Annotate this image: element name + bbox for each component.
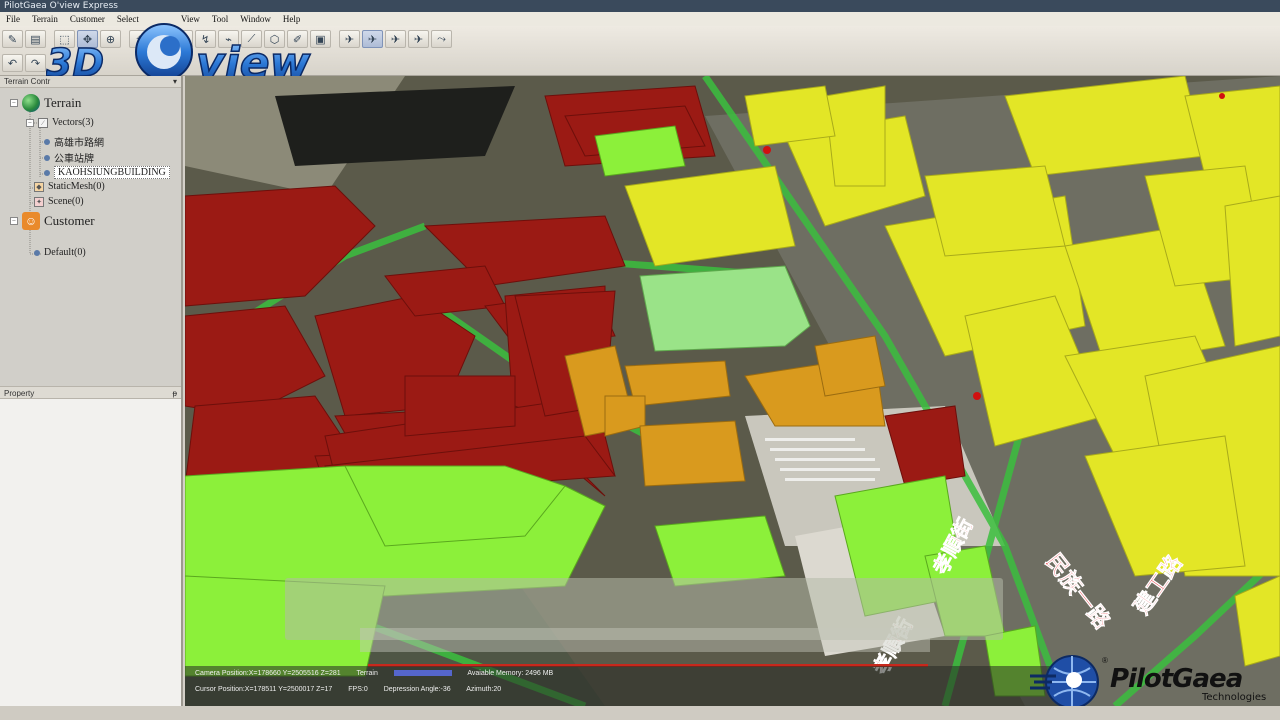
collapse-icon[interactable]: − xyxy=(26,118,34,127)
property-title: Property xyxy=(4,389,35,398)
tree-terrain[interactable]: − Terrain xyxy=(10,94,81,112)
fps: FPS:0 xyxy=(348,686,368,693)
customer-icon: ☺ xyxy=(22,212,40,230)
tree-vectors[interactable]: − ∕ Vectors(3) xyxy=(26,117,94,128)
pilotgaea-name: PilotGaea xyxy=(1110,664,1243,694)
terrain-progress xyxy=(393,670,452,677)
tree-kaohsiung-building[interactable]: KAOHSIUNGBUILDING xyxy=(44,166,170,179)
city-scene: 民族一路 建工路 孝順街 孝順街 xyxy=(185,76,1280,706)
rotate-right-icon[interactable]: ↷ xyxy=(25,54,46,72)
collapse-icon[interactable]: − xyxy=(10,99,18,107)
window-title: PilotGaea O'view Express xyxy=(0,0,1280,12)
tree-customer[interactable]: − ☺ Customer xyxy=(10,212,95,230)
new-file-icon[interactable]: ✎ xyxy=(2,30,23,48)
depression-angle: Depression Angle:-36 xyxy=(383,686,451,693)
3d-map-viewport[interactable]: 民族一路 建工路 孝順街 孝順街 xyxy=(185,76,1280,706)
terrain-control-header: Terrain Contr ▾ xyxy=(0,76,181,88)
tree-static-mesh[interactable]: ◆ StaticMesh(0) xyxy=(34,181,105,192)
pilotgaea-globe-icon xyxy=(1030,655,1099,709)
path-icon[interactable]: ⤳ xyxy=(431,30,452,48)
property-panel: Property ᵽ xyxy=(0,386,181,720)
collapse-icon[interactable]: − xyxy=(10,217,18,225)
terrain-label: Terrain xyxy=(356,670,378,677)
building-layer-icon xyxy=(44,169,50,176)
available-memory: Avaiable Memory: 2496 MB xyxy=(467,670,554,677)
tree-road-network[interactable]: 高雄市路網 xyxy=(44,134,104,149)
pin-icon[interactable]: ᵽ xyxy=(173,387,177,398)
flight-4-icon[interactable]: ✈ xyxy=(408,30,429,48)
tree-default[interactable]: Default(0) xyxy=(34,247,86,258)
open-file-icon[interactable]: ▤ xyxy=(25,30,46,48)
tree-bus-stops[interactable]: 公車站牌 xyxy=(44,150,94,165)
bus-layer-icon xyxy=(44,154,50,161)
status-row-2: Cursor Position:X=178511 Y=2500017 Z=17 … xyxy=(195,686,515,693)
menu-file[interactable]: File xyxy=(0,12,26,26)
rotate-left-icon[interactable]: ↶ xyxy=(2,54,23,72)
mesh-icon: ◆ xyxy=(34,181,44,192)
road-layer-icon xyxy=(44,138,50,145)
status-row-1: Camera Position:X=178660 Y=2505516 Z=281… xyxy=(195,670,567,677)
registered-mark: ® xyxy=(1102,656,1108,665)
pilotgaea-logo: PilotGaea ® Technologies xyxy=(1030,650,1280,710)
app-window: PilotGaea O'view Express File Terrain Cu… xyxy=(0,0,1280,720)
left-panel: Terrain Contr ▾ − Terrain − ∕ Vectors(3)… xyxy=(0,76,183,720)
toolbar-row-2: ↶ ↷ xyxy=(2,54,46,72)
globe-icon xyxy=(160,36,180,56)
camera-position: Camera Position:X=178660 Y=2505516 Z=281 xyxy=(195,670,341,677)
layer-tree: − Terrain − ∕ Vectors(3) 高雄市路網 公車站牌 KAOH… xyxy=(0,88,181,388)
default-icon xyxy=(34,249,40,256)
vector-layer-icon: ∕ xyxy=(38,117,48,128)
flight-3-icon[interactable]: ✈ xyxy=(385,30,406,48)
terrain-control-title: Terrain Contr xyxy=(4,77,51,86)
tree-scene[interactable]: ✦ Scene(0) xyxy=(34,196,84,207)
pin-icon[interactable]: ▾ xyxy=(173,76,177,87)
light-green-stadium xyxy=(639,265,811,352)
terrain-globe-icon xyxy=(22,94,40,112)
scene-icon: ✦ xyxy=(34,196,44,207)
bottom-strip xyxy=(0,706,1280,720)
cursor-position: Cursor Position:X=178511 Y=2500017 Z=17 xyxy=(195,686,333,693)
pilotgaea-sub: Technologies xyxy=(1202,692,1267,703)
azimuth: Azimuth:20 xyxy=(466,686,502,693)
property-header: Property ᵽ xyxy=(0,386,181,399)
